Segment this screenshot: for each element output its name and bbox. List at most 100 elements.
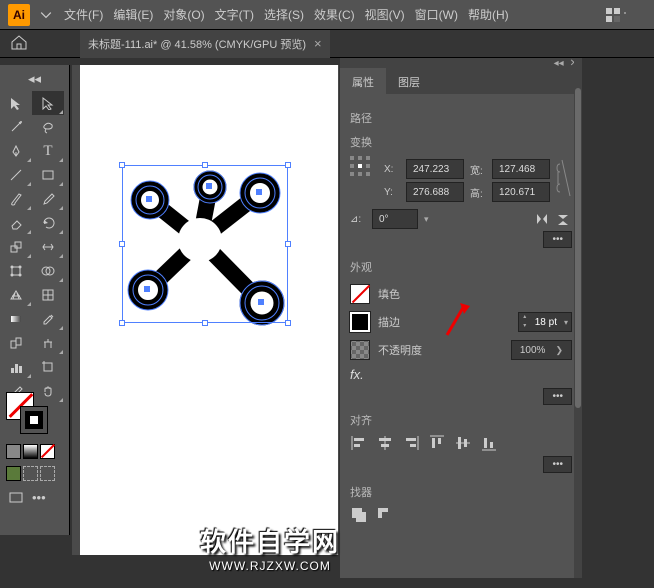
- draw-normal-icon[interactable]: [6, 466, 21, 481]
- appearance-section-label: 外观: [350, 259, 572, 275]
- stroke-color-swatch[interactable]: [350, 312, 370, 332]
- x-input[interactable]: 247.223: [406, 159, 464, 179]
- lasso-tool[interactable]: [32, 115, 64, 139]
- screen-mode-icon[interactable]: [8, 490, 24, 506]
- transform-section-label: 变换: [350, 134, 572, 150]
- pathfinder-label-partial: 找器: [350, 484, 572, 500]
- align-right-icon[interactable]: [402, 434, 420, 452]
- document-tab-bar: 未标题-111.ai* @ 41.58% (CMYK/GPU 预览) ×: [0, 30, 654, 58]
- stroke-label: 描边: [378, 314, 400, 330]
- angle-input[interactable]: 0°: [372, 209, 418, 229]
- stroke-dropdown-icon[interactable]: ▾: [561, 318, 571, 327]
- perspective-grid-tool[interactable]: [0, 283, 32, 307]
- none-swatch[interactable]: [40, 444, 55, 459]
- eraser-tool[interactable]: [0, 211, 32, 235]
- appearance-more-button[interactable]: •••: [543, 388, 572, 405]
- document-tab[interactable]: 未标题-111.ai* @ 41.58% (CMYK/GPU 预览) ×: [80, 30, 330, 58]
- stroke-weight-input[interactable]: ▴▾ 18 pt ▾: [518, 312, 572, 332]
- panel-tabs: 属性 图层: [340, 68, 582, 94]
- fx-label[interactable]: fx.: [350, 367, 572, 382]
- eyedropper-tool[interactable]: [32, 307, 64, 331]
- menu-edit[interactable]: 编辑(E): [113, 6, 153, 23]
- align-left-icon[interactable]: [350, 434, 368, 452]
- h-label: 高:: [470, 185, 486, 200]
- selection-bounding-box[interactable]: [122, 165, 288, 323]
- direct-selection-tool[interactable]: [32, 91, 64, 115]
- menu-effect[interactable]: 效果(C): [314, 6, 355, 23]
- symbol-sprayer-tool[interactable]: [32, 331, 64, 355]
- paintbrush-tool[interactable]: [0, 187, 32, 211]
- app-menu-dropdown-icon[interactable]: [40, 9, 52, 21]
- width-tool[interactable]: [32, 235, 64, 259]
- align-top-icon[interactable]: [428, 434, 446, 452]
- y-input[interactable]: 276.688: [406, 182, 464, 202]
- pathfinder-minus-icon[interactable]: [376, 506, 394, 524]
- shape-builder-tool[interactable]: [32, 259, 64, 283]
- flip-horizontal-icon[interactable]: [534, 212, 550, 226]
- column-graph-tool[interactable]: [0, 355, 32, 379]
- draw-behind-icon[interactable]: [23, 466, 38, 481]
- workspace-switcher-icon[interactable]: [606, 8, 626, 22]
- tools-panel: ◂◂ T: [0, 65, 70, 535]
- artboard[interactable]: [80, 65, 338, 555]
- watermark-url: WWW.RJZXW.COM: [200, 559, 340, 573]
- pencil-tool[interactable]: [32, 187, 64, 211]
- toolbar-collapse-icon[interactable]: ◂◂: [19, 67, 51, 91]
- type-tool[interactable]: T: [32, 139, 64, 163]
- gradient-swatch[interactable]: [23, 444, 38, 459]
- line-tool[interactable]: [0, 163, 32, 187]
- link-wh-icon[interactable]: [556, 158, 572, 198]
- scale-tool[interactable]: [0, 235, 32, 259]
- align-vcenter-icon[interactable]: [454, 434, 472, 452]
- pen-tool[interactable]: [0, 139, 32, 163]
- align-more-button[interactable]: •••: [543, 456, 572, 473]
- menu-object[interactable]: 对象(O): [163, 6, 204, 23]
- fill-label: 填色: [378, 286, 400, 302]
- home-icon[interactable]: [10, 34, 28, 50]
- rotate-tool[interactable]: [32, 211, 64, 235]
- height-input[interactable]: 120.671: [492, 182, 550, 202]
- reference-point-selector[interactable]: [350, 156, 372, 178]
- stroke-swatch[interactable]: [20, 406, 48, 434]
- menu-select[interactable]: 选择(S): [264, 6, 304, 23]
- color-swatch[interactable]: [6, 444, 21, 459]
- menu-type[interactable]: 文字(T): [215, 6, 254, 23]
- fill-color-swatch[interactable]: [350, 284, 370, 304]
- opacity-swatch-icon: [350, 340, 370, 360]
- selection-tool[interactable]: [0, 91, 32, 115]
- opacity-dropdown-icon[interactable]: ❯: [555, 345, 563, 356]
- close-tab-icon[interactable]: ×: [314, 36, 322, 51]
- menu-window[interactable]: 窗口(W): [415, 6, 458, 23]
- canvas-area: [72, 65, 339, 555]
- free-transform-tool[interactable]: [0, 259, 32, 283]
- panel-collapse-icon[interactable]: ◂◂: [554, 58, 564, 69]
- transform-more-button[interactable]: •••: [543, 231, 572, 248]
- rectangle-tool[interactable]: [32, 163, 64, 187]
- menu-help[interactable]: 帮助(H): [468, 6, 509, 23]
- stroke-weight-value: 18 pt: [531, 317, 561, 328]
- gradient-tool[interactable]: [0, 307, 32, 331]
- align-bottom-icon[interactable]: [480, 434, 498, 452]
- blend-tool[interactable]: [0, 331, 32, 355]
- angle-dropdown-icon[interactable]: ▾: [424, 214, 429, 225]
- magic-wand-tool[interactable]: [0, 115, 32, 139]
- tab-layers[interactable]: 图层: [386, 68, 432, 94]
- opacity-input[interactable]: 100% ❯: [511, 340, 572, 360]
- width-input[interactable]: 127.468: [492, 159, 550, 179]
- draw-inside-icon[interactable]: [40, 466, 55, 481]
- edit-toolbar-icon[interactable]: •••: [32, 490, 46, 506]
- menu-view[interactable]: 视图(V): [365, 6, 405, 23]
- stroke-stepper[interactable]: ▴▾: [519, 313, 531, 331]
- artboard-tool[interactable]: [32, 355, 64, 379]
- mesh-tool[interactable]: [32, 283, 64, 307]
- align-hcenter-icon[interactable]: [376, 434, 394, 452]
- flip-vertical-icon[interactable]: [556, 212, 572, 226]
- tab-properties[interactable]: 属性: [340, 68, 386, 94]
- panel-scrollbar[interactable]: [574, 58, 582, 578]
- menu-file[interactable]: 文件(F): [64, 6, 103, 23]
- menu-bar: Ai 文件(F) 编辑(E) 对象(O) 文字(T) 选择(S) 效果(C) 视…: [0, 0, 654, 30]
- w-label: 宽:: [470, 162, 486, 177]
- angle-label: ⊿:: [350, 214, 366, 225]
- hand-tool[interactable]: [32, 379, 64, 403]
- pathfinder-unite-icon[interactable]: [350, 506, 368, 524]
